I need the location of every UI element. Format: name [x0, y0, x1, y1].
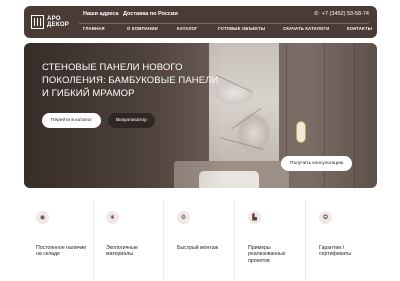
- feature-card[interactable]: ❦ Экологичные материалы: [94, 200, 164, 281]
- phone-link[interactable]: ✆ +7 (3452) 53-58-74: [314, 11, 369, 17]
- building-icon: ▙: [248, 211, 261, 224]
- eco-leaf-icon: ❦: [106, 211, 119, 224]
- panel-stripe: [354, 43, 355, 188]
- nav-home[interactable]: ГЛАВНАЯ: [83, 26, 105, 31]
- tools-icon: ⚙: [177, 211, 190, 224]
- get-consultation-button[interactable]: Получить консультацию: [281, 156, 353, 171]
- visualizer-button[interactable]: Визуализатор: [108, 113, 155, 128]
- warehouse-icon: ◉: [36, 211, 49, 224]
- feature-card[interactable]: ◉ Постоянное наличие на складе: [24, 200, 94, 281]
- feature-card[interactable]: ⚙ Быстрый монтаж: [165, 200, 235, 281]
- feature-label: Гарантии / сертификаты: [319, 245, 351, 258]
- phone-icon: ✆: [314, 11, 319, 17]
- nav-contacts[interactable]: КОНТАКТЫ: [347, 26, 372, 31]
- nav-about[interactable]: О КОМПАНИИ: [127, 26, 158, 31]
- feature-label: Примеры реализованных проектов: [248, 245, 286, 264]
- feature-label: Быстрый монтаж: [177, 245, 219, 251]
- addresses-link[interactable]: Наши адреса: [83, 11, 119, 17]
- header-divider: [79, 23, 369, 24]
- feature-card[interactable]: ▙ Примеры реализованных проектов: [236, 200, 306, 281]
- go-to-catalog-button[interactable]: Перейти в каталог: [42, 113, 102, 128]
- nav-catalog[interactable]: КАТАЛОГ: [177, 26, 198, 31]
- marble-vein: [219, 137, 264, 150]
- feature-label: Экологичные материалы: [106, 245, 138, 258]
- nav-download-catalogs[interactable]: СКАЧАТЬ КАТАЛОГИ: [283, 26, 329, 31]
- feature-label: Постоянное наличие на складе: [36, 245, 87, 258]
- feature-card[interactable]: ✪ Гарантии / сертификаты: [307, 200, 377, 281]
- hero-title: СТЕНОВЫЕ ПАНЕЛИ НОВОГО ПОКОЛЕНИЯ: БАМБУК…: [42, 61, 232, 100]
- main-nav: ГЛАВНАЯ О КОМПАНИИ КАТАЛОГ ГОТОВЫЕ ОБЪЕК…: [24, 26, 377, 35]
- phone-number: +7 (3452) 53-58-74: [321, 11, 369, 17]
- certificate-icon: ✪: [319, 211, 332, 224]
- hero-title-line2: ПОКОЛЕНИЯ: БАМБУКОВЫЕ ПАНЕЛИ: [42, 75, 219, 86]
- hero-title-line3: И ГИБКИЙ МРАМОР: [42, 88, 135, 99]
- marble-vein: [231, 108, 262, 129]
- hero-banner: СТЕНОВЫЕ ПАНЕЛИ НОВОГО ПОКОЛЕНИЯ: БАМБУК…: [24, 43, 377, 188]
- hero-title-line1: СТЕНОВЫЕ ПАНЕЛИ НОВОГО: [42, 62, 183, 73]
- features-row: ◉ Постоянное наличие на складе ❦ Экологи…: [24, 200, 377, 281]
- site-header: АРО ДЕКОР Наши адреса Доставка по России…: [24, 6, 377, 38]
- delivery-link[interactable]: Доставка по России: [123, 11, 178, 17]
- wall-lamp-image: [296, 121, 306, 143]
- nav-projects[interactable]: ГОТОВЫЕ ОБЪЕКТЫ: [218, 26, 265, 31]
